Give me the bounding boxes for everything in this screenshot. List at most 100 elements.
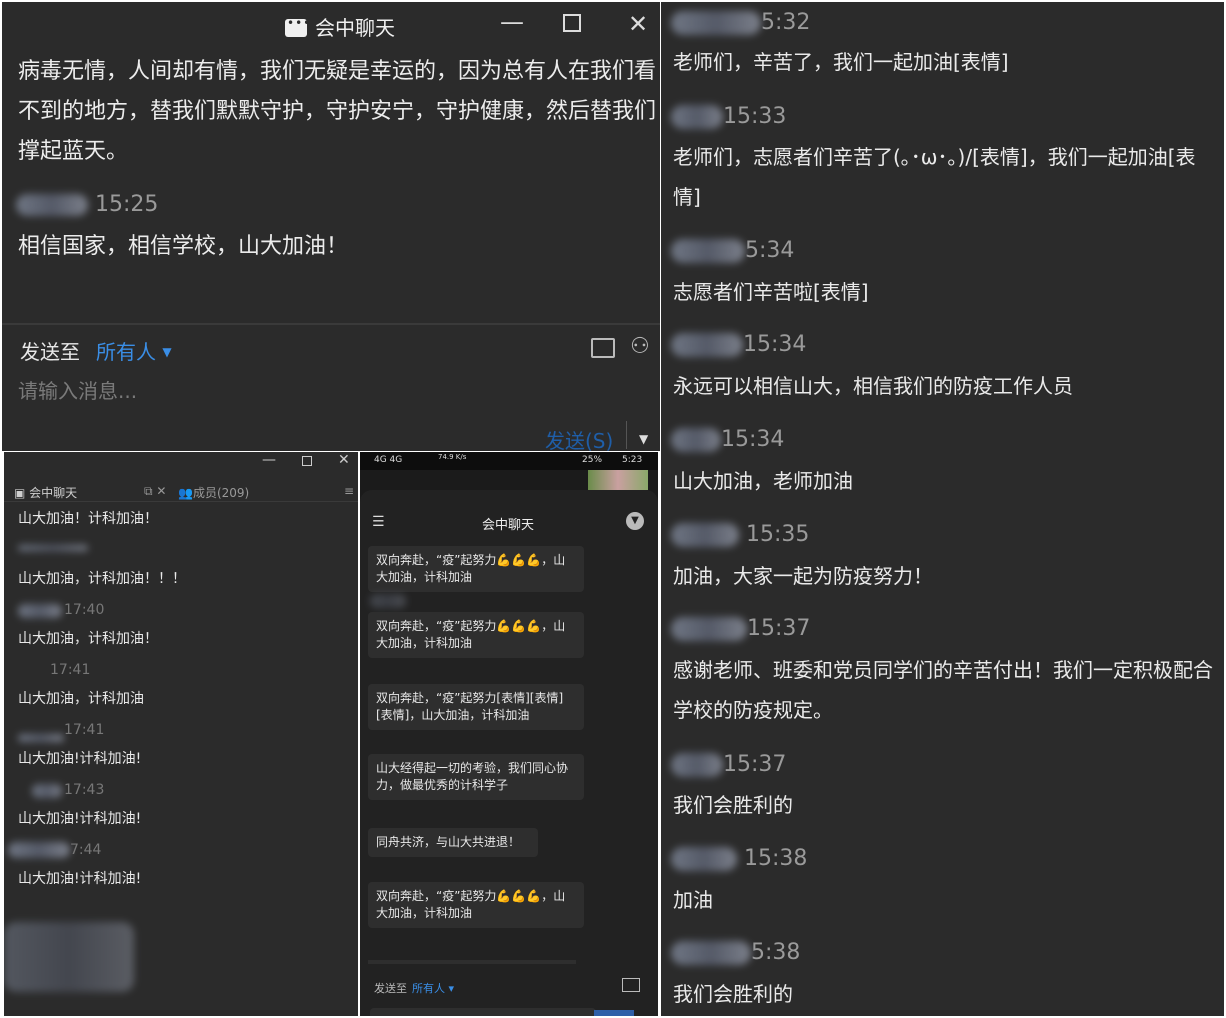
tab-chat-label: 会中聊天 — [29, 486, 78, 500]
message-time: 15:35 — [746, 522, 810, 547]
message-input[interactable] — [370, 1008, 596, 1016]
list-item: 山大加油!计科加油! — [18, 811, 142, 827]
tab-chat[interactable]: ▣ 会中聊天 — [14, 484, 77, 501]
message-bubble: 同舟共济，与山大共进退！ — [368, 828, 538, 857]
popout-icon[interactable]: ⧉ ✕ — [144, 484, 166, 499]
avatar-name-blur — [671, 105, 723, 129]
divider — [2, 323, 660, 325]
avatar-name-blur — [671, 428, 721, 452]
recipient-dropdown[interactable]: 所有人 ▾ — [412, 980, 454, 996]
close-icon[interactable]: ✕ — [628, 12, 648, 36]
message-text: 志愿者们辛苦啦[表情] — [673, 280, 869, 304]
window-title-text: 会中聊天 — [315, 16, 395, 40]
chat-icon — [285, 16, 311, 37]
avatar-name-blur — [671, 333, 743, 357]
chat-window-small: — ✕ ▣ 会中聊天 ⧉ ✕ 👥成员(209) ≡ 山大加油！计科加油！ 山大加… — [4, 452, 358, 1016]
list-item: 山大加油，计科加油 — [18, 691, 144, 707]
avatar-name-blur — [671, 239, 745, 263]
recipient-dropdown[interactable]: 所有人 ▼ — [96, 336, 172, 365]
signal-status: 4G 4G — [374, 455, 403, 465]
avatar-name-blur — [370, 594, 406, 608]
chat-header-title: 会中聊天 — [482, 518, 535, 533]
tab-bar: ▣ 会中聊天 ⧉ ✕ 👥成员(209) ≡ — [4, 480, 358, 502]
message-meta: 15:37 — [671, 616, 810, 641]
divider — [626, 421, 627, 449]
settings-list-icon[interactable]: ☰ — [372, 514, 385, 530]
chevron-down-icon: ▼ — [162, 345, 172, 359]
message-time: 15:38 — [744, 846, 808, 871]
message-bubble: 双向奔赴，“疫”起努力[表情][表情][表情]，山大加油，计科加油 — [368, 684, 584, 730]
list-item: 山大加油，计科加油！ — [18, 631, 158, 647]
message-bubble-partial — [368, 960, 576, 964]
chat-window-main: 会中聊天 — ✕ 病毒无情，人间却有情，我们无疑是幸运的，因为总有人在我们看不到… — [2, 2, 660, 451]
maximize-icon[interactable] — [563, 14, 581, 32]
message-text: 老师们，志愿者们辛苦了(｡･ω･｡)/[表情]，我们一起加油[表情] — [673, 145, 1196, 209]
message-time: 15:33 — [723, 104, 787, 129]
avatar-name-blur — [18, 545, 88, 551]
list-item: 山大加油，计科加油！！！ — [18, 571, 186, 587]
message-time: 15:25 — [95, 192, 159, 217]
message-time: 17:40 — [64, 602, 105, 618]
avatar-name-blur — [671, 11, 761, 35]
message-meta: 15:33 — [671, 104, 786, 129]
title-bar: 会中聊天 — ✕ — [2, 2, 660, 46]
list-item: 山大加油!计科加油! — [18, 871, 142, 887]
message-meta: 5:34 — [671, 238, 794, 263]
message-time: 15:34 — [721, 427, 785, 452]
send-to-label: 发送至 — [20, 340, 80, 364]
message-text: 感谢老师、班委和党员同学们的辛苦付出！我们一定积极配合学校的防疫规定。 — [673, 658, 1213, 722]
message-text: 山大加油，老师加油 — [673, 469, 853, 493]
chevron-down-icon[interactable]: ▼ — [639, 432, 648, 446]
chevron-down-icon[interactable]: ▼ — [626, 512, 644, 530]
message-time: 7:44 — [70, 842, 102, 858]
send-to-label: 发送至 — [374, 982, 407, 995]
message-text: 病毒无情，人间却有情，我们无疑是幸运的，因为总有人在我们看不到的地方，替我们默默… — [18, 59, 657, 164]
avatar-name-blur — [671, 523, 739, 547]
list-item: 山大加油!计科加油! — [18, 751, 142, 767]
message-text: 永远可以相信山大，相信我们的防疫工作人员 — [673, 374, 1073, 398]
chat-log-right: 5:32 老师们，辛苦了，我们一起加油[表情] 15:33 老师们，志愿者们辛苦… — [661, 2, 1224, 1016]
message-meta: 15:34 — [671, 427, 784, 452]
window-title: 会中聊天 — [285, 12, 395, 41]
image-icon[interactable] — [622, 978, 640, 992]
message-time: 15:37 — [723, 752, 787, 777]
message-bubble: 双向奔赴，“疫”起努力💪💪💪，山大加油，计科加油 — [368, 546, 584, 592]
send-button[interactable]: 发送(S) — [545, 425, 613, 451]
message-meta: 15:38 — [671, 846, 807, 871]
avatar-name-blur — [18, 604, 62, 618]
battery-status: 25% — [582, 455, 603, 465]
status-bar: 4G 4G 74.9 K/s 25% 5:23 — [360, 452, 658, 470]
message-text: 老师们，辛苦了，我们一起加油[表情] — [673, 50, 1009, 74]
message-text: 相信国家，相信学校，山大加油！ — [18, 234, 349, 259]
list-item: 山大加油！计科加油！ — [18, 511, 158, 527]
mobile-chat-screen: 4G 4G 74.9 K/s 25% 5:23 ☰ 会中聊天 ▼ 双向奔赴，“疫… — [360, 452, 658, 1016]
mention-user-icon[interactable]: ⚇ — [630, 334, 650, 359]
message-meta: 15:35 — [671, 522, 809, 547]
message-text: 我们会胜利的 — [673, 793, 793, 817]
avatar-name-blur — [8, 842, 70, 858]
message-meta: 15:34 — [671, 332, 806, 357]
message-text: 加油，大家一起为防疫努力！ — [673, 564, 933, 588]
avatar-name-blur — [32, 784, 62, 798]
message-bubble: 山大经得起一切的考验，我们同心协力，做最优秀的计科学子 — [368, 754, 584, 800]
tab-members[interactable]: 👥成员(209) — [178, 484, 249, 501]
message-time: 17:41 — [50, 662, 91, 678]
avatar-name-blur — [671, 847, 737, 871]
message-time: 5:38 — [751, 940, 801, 965]
menu-icon[interactable]: ≡ — [344, 484, 354, 498]
close-icon[interactable]: ✕ — [338, 452, 350, 468]
message-input[interactable]: 请输入消息... — [18, 375, 137, 404]
send-button[interactable] — [594, 1010, 634, 1016]
restore-icon[interactable] — [302, 456, 312, 466]
clock: 5:23 — [622, 455, 643, 465]
message-meta: 15:37 — [671, 752, 786, 777]
tab-members-label: 成员(209) — [192, 486, 250, 500]
recipient-label: 所有人 — [96, 340, 156, 364]
avatar-name-blur — [671, 753, 723, 777]
minimize-icon[interactable]: — — [500, 10, 524, 34]
message-meta: 5:32 — [671, 10, 810, 35]
message-text: 我们会胜利的 — [673, 982, 793, 1006]
message-time: 17:41 — [64, 722, 105, 738]
image-icon[interactable] — [591, 338, 615, 358]
minimize-icon[interactable]: — — [262, 452, 276, 468]
